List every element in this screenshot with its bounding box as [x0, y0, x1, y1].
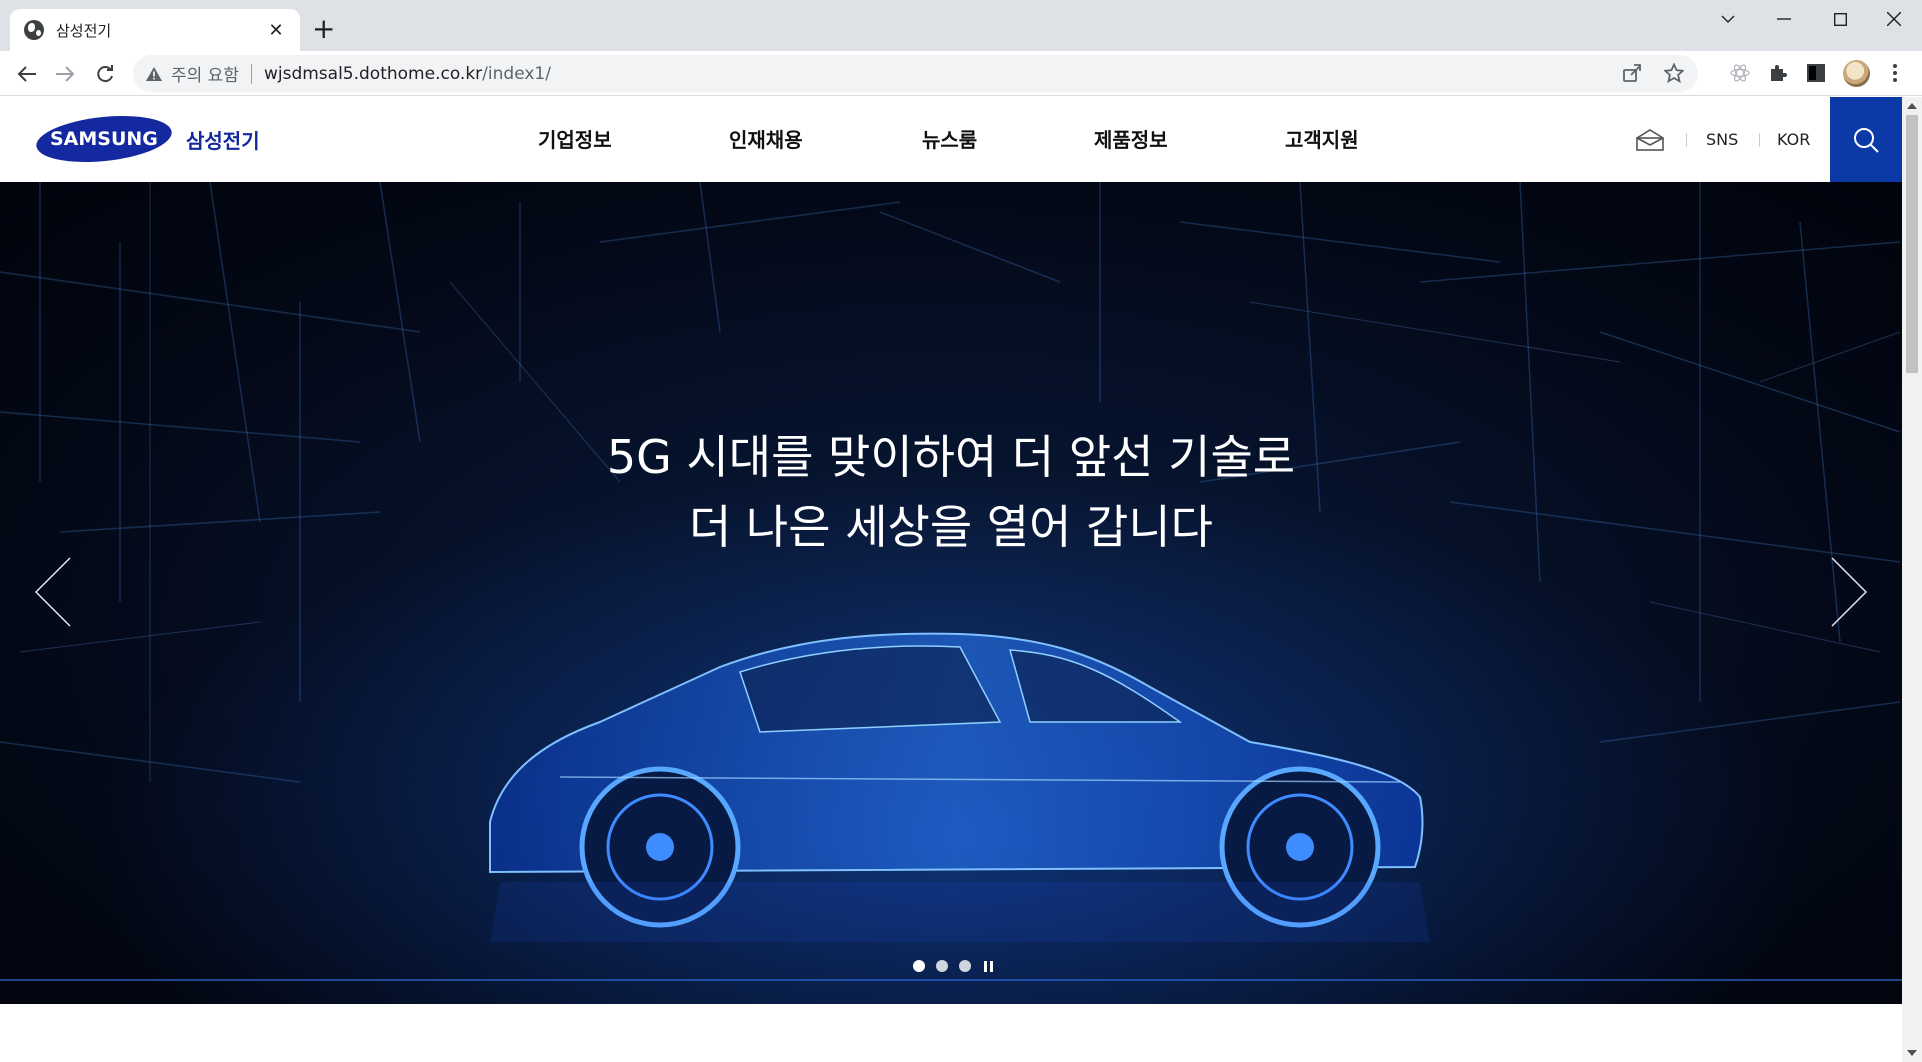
browser-toolbar: 주의 요함 wjsdmsal5.dothome.co.kr /index1/	[0, 51, 1922, 96]
warning-icon	[146, 66, 162, 81]
logo-wordmark: SAMSUNG	[50, 128, 158, 150]
slider-prev-button[interactable]	[34, 557, 74, 627]
page-scrollbar[interactable]	[1902, 97, 1922, 1062]
hero-slider: 5G 시대를 맞이하여 더 앞선 기술로 더 나은 세상을 열어 갑니다	[0, 182, 1902, 1004]
arrow-right-icon	[56, 66, 75, 82]
url-path: /index1/	[482, 63, 551, 84]
extension-button[interactable]	[1726, 59, 1754, 87]
puzzle-icon	[1771, 65, 1787, 81]
chevron-left-icon	[34, 557, 71, 627]
menu-button[interactable]	[1881, 59, 1909, 87]
sns-label: SNS	[1706, 130, 1739, 149]
nav-item-products[interactable]: 제품정보	[1094, 124, 1168, 153]
arrow-left-icon	[17, 66, 36, 82]
sns-link[interactable]: SNS	[1706, 97, 1738, 182]
share-icon[interactable]	[1622, 63, 1642, 83]
url-host: wjsdmsal5.dothome.co.kr	[263, 63, 483, 84]
tab-close-button[interactable]: ✕	[266, 20, 286, 41]
hero-title-line-1: 5G 시대를 맞이하여 더 앞선 기술로	[606, 430, 1296, 484]
site-logo[interactable]: SAMSUNG 삼성전기	[34, 110, 260, 168]
util-divider	[1759, 97, 1760, 182]
browser-tabstrip: 삼성전기 ✕ +	[0, 0, 1922, 51]
address-bar[interactable]: 주의 요함 wjsdmsal5.dothome.co.kr /index1/	[133, 55, 1698, 92]
nav-item-careers[interactable]: 인재채용	[729, 124, 803, 153]
reload-button[interactable]	[90, 59, 120, 89]
kebab-menu-icon	[1893, 64, 1897, 82]
side-panel-icon	[1807, 64, 1825, 82]
envelope-icon	[1636, 128, 1664, 151]
forward-button[interactable]	[50, 59, 80, 89]
extensions-button[interactable]	[1764, 59, 1792, 87]
slider-next-button[interactable]	[1828, 557, 1868, 627]
new-tab-button[interactable]: +	[312, 14, 335, 44]
maximize-button[interactable]	[1812, 4, 1868, 34]
omnibox-divider	[250, 63, 252, 84]
bookmark-star-icon[interactable]	[1664, 63, 1684, 83]
slider-dot-2[interactable]	[936, 960, 948, 972]
scroll-down-arrow-icon[interactable]	[1907, 1050, 1917, 1056]
slider-dot-1[interactable]	[913, 960, 925, 972]
site-header: SAMSUNG 삼성전기 기업정보 인재채용 뉴스룸 제품정보 고객지원 SNS…	[0, 97, 1902, 182]
scrollbar-thumb[interactable]	[1906, 115, 1918, 373]
samsung-logo-mark: SAMSUNG	[34, 110, 174, 168]
nav-item-newsroom[interactable]: 뉴스룸	[922, 124, 977, 153]
language-selector[interactable]: KOR	[1777, 97, 1810, 182]
chevron-right-icon	[1831, 557, 1868, 627]
site-search-button[interactable]	[1830, 97, 1902, 182]
react-extension-icon	[1730, 64, 1750, 82]
pause-icon	[984, 960, 987, 972]
close-icon	[1887, 12, 1901, 26]
hero-title-line-2: 더 나은 세상을 열어 갑니다	[688, 500, 1213, 554]
tab-title: 삼성전기	[56, 21, 112, 40]
close-window-button[interactable]	[1866, 4, 1922, 34]
language-label: KOR	[1777, 130, 1811, 149]
util-divider	[1686, 97, 1687, 182]
logo-korean-name: 삼성전기	[186, 128, 260, 153]
side-panel-button[interactable]	[1802, 59, 1830, 87]
chevron-down-icon	[1721, 15, 1735, 23]
nav-item-company[interactable]: 기업정보	[538, 124, 612, 153]
mail-button[interactable]	[1636, 97, 1664, 182]
scroll-up-arrow-icon[interactable]	[1907, 103, 1917, 109]
security-status[interactable]: 주의 요함	[171, 61, 239, 86]
maximize-icon	[1833, 12, 1847, 26]
minimize-icon	[1777, 18, 1791, 20]
browser-tab[interactable]: 삼성전기 ✕	[10, 9, 300, 51]
profile-avatar[interactable]	[1843, 60, 1870, 87]
search-icon	[1854, 127, 1879, 153]
hero-background-image	[0, 182, 1902, 1004]
slider-dot-3[interactable]	[959, 960, 971, 972]
slider-pagination	[913, 960, 993, 972]
reload-icon	[97, 65, 113, 83]
back-button[interactable]	[12, 59, 42, 89]
tab-search-button[interactable]	[1700, 4, 1756, 34]
minimize-button[interactable]	[1756, 4, 1812, 34]
slider-pause-button[interactable]	[984, 960, 993, 972]
nav-item-support[interactable]: 고객지원	[1285, 124, 1359, 153]
globe-icon	[24, 20, 44, 40]
